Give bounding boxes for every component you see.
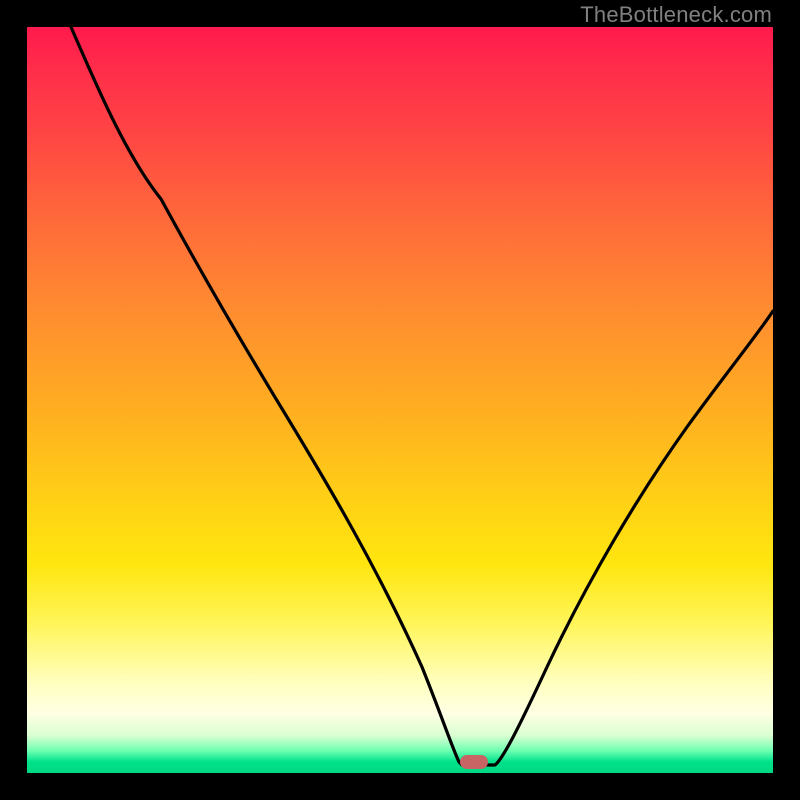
bottleneck-marker	[460, 755, 488, 769]
curve-path	[71, 27, 773, 765]
bottleneck-curve	[27, 27, 773, 773]
plot-area	[27, 27, 773, 773]
chart-container: TheBottleneck.com	[0, 0, 800, 800]
watermark-text: TheBottleneck.com	[580, 2, 772, 28]
